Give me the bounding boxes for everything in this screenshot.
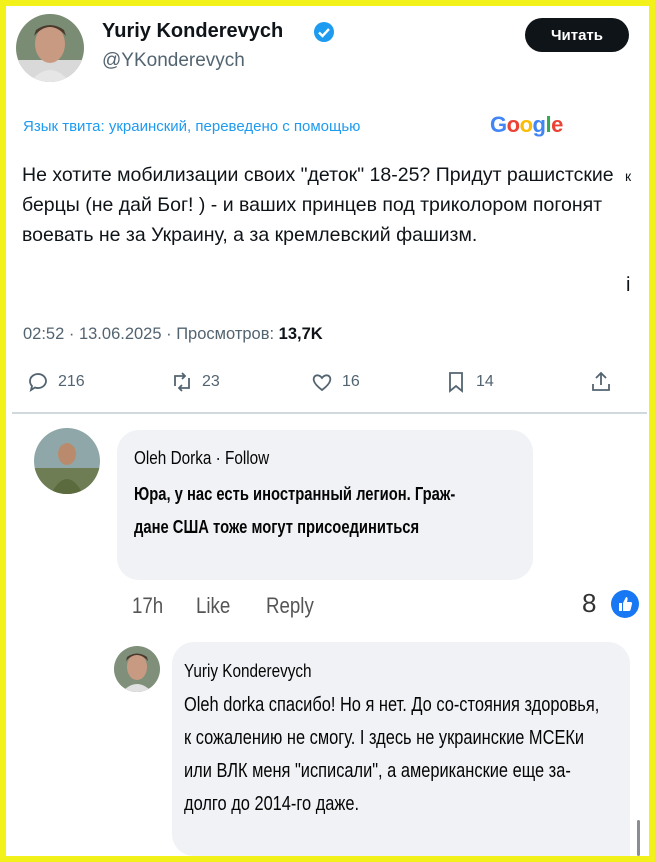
cropped-text-fragment: і [626, 274, 631, 296]
retweet-icon [174, 372, 190, 392]
reply-count: 216 [58, 373, 85, 390]
tweet-timestamp[interactable]: 02:52 · 13.06.2025 · Просмотров: [23, 325, 279, 343]
screenshot-frame: Yuriy Konderevych @YKonderevych Читать Я… [6, 6, 649, 856]
translation-note[interactable]: Язык твита: украинский, переведено с пом… [23, 118, 360, 135]
comment-time[interactable]: 17h [132, 593, 163, 619]
tweet-author-name[interactable]: Yuriy Konderevych [102, 20, 283, 43]
tweet-meta: 02:52 · 13.06.2025 · Просмотров: 13,7K [23, 325, 323, 344]
tweet-text: Не хотите мобилизации своих "деток" 18-2… [22, 164, 614, 246]
reply-action[interactable]: 216 [26, 370, 85, 394]
tweet-actions: 216 23 16 14 [6, 370, 649, 396]
share-icon [592, 371, 610, 391]
share-action[interactable] [589, 370, 613, 394]
retweet-action[interactable]: 23 [170, 370, 220, 394]
comment-text: Юра, у нас есть иностранный легион. Граж… [134, 484, 456, 537]
commenter-name[interactable]: Oleh Dorka · Follow [134, 448, 269, 469]
thumbs-up-icon [611, 590, 639, 618]
commenter-avatar[interactable] [34, 428, 100, 494]
like-count: 16 [342, 373, 360, 390]
verified-badge-icon [313, 21, 335, 48]
cropped-text-fragment: к [625, 168, 632, 184]
reply-text: Oleh dorka спасибо! Но я нет. До со-стоя… [184, 694, 600, 815]
read-button[interactable]: Читать [525, 18, 629, 52]
scrollbar[interactable] [637, 820, 640, 856]
divider [12, 412, 647, 414]
reply-author-avatar[interactable] [114, 646, 160, 692]
tweet-author-avatar[interactable] [16, 14, 84, 82]
like-action[interactable]: 16 [310, 370, 360, 394]
tweet-author-handle[interactable]: @YKonderevych [102, 50, 245, 72]
heart-icon [312, 374, 332, 392]
reply-icon [29, 373, 47, 392]
comment-like-button[interactable]: Like [196, 593, 230, 619]
bookmark-action[interactable]: 14 [444, 370, 494, 394]
tweet-views: 13,7K [278, 325, 323, 343]
comment-reply-button[interactable]: Reply [266, 593, 314, 619]
retweet-count: 23 [202, 373, 220, 390]
bookmark-count: 14 [476, 373, 494, 390]
reaction-count: 8 [582, 588, 597, 618]
google-logo: Google [490, 112, 563, 137]
reply-author-name[interactable]: Yuriy Konderevych [184, 661, 312, 682]
bookmark-icon [449, 372, 463, 393]
